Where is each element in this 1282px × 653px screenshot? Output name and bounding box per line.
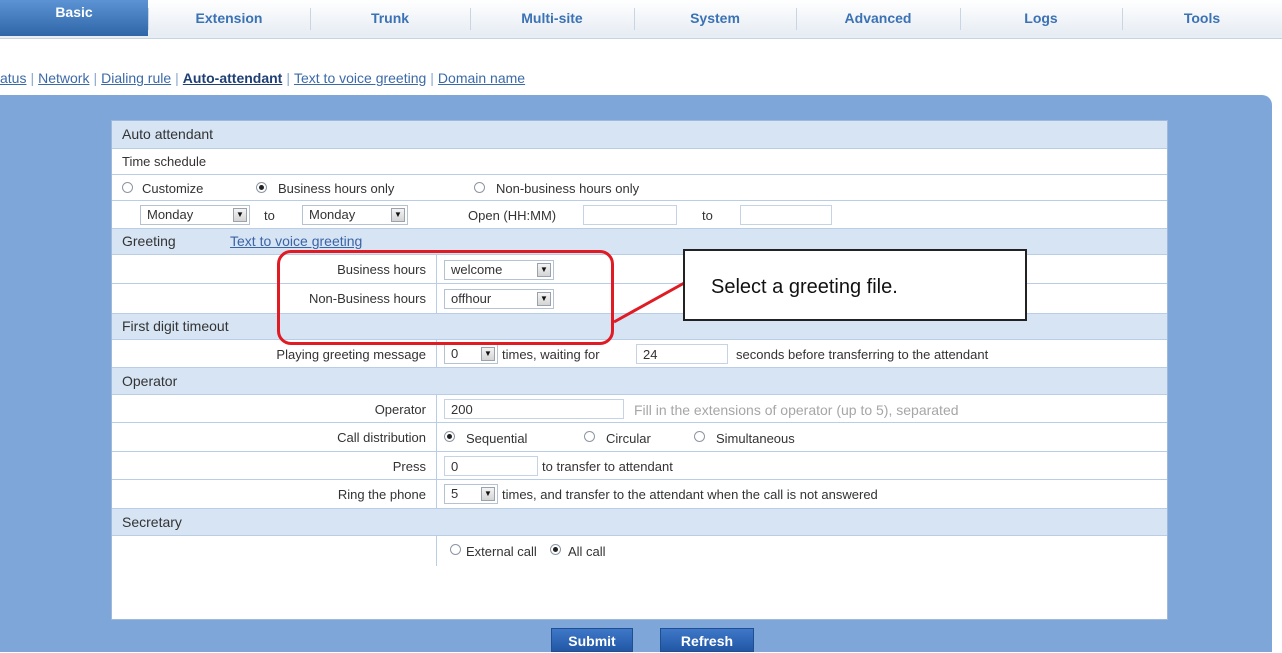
callout-pointer-line [613,280,687,324]
submit-button[interactable]: Submit [551,628,633,652]
callout-pointer [613,280,687,324]
refresh-button[interactable]: Refresh [660,628,754,652]
callout-box: Select a greeting file. [683,249,1027,321]
